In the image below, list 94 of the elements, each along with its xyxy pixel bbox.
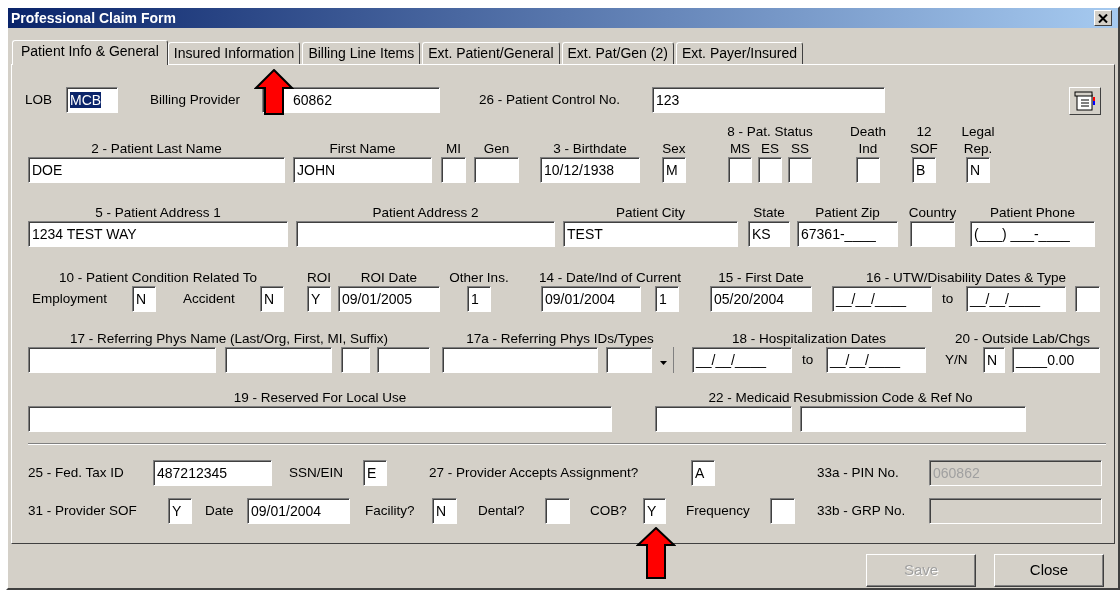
input-field[interactable]: ____0.00: [1012, 347, 1100, 373]
field-label: 20 - Outside Lab/Chgs: [954, 330, 1091, 347]
field-label: Patient City: [616, 204, 685, 221]
input-field[interactable]: __/__/____: [692, 347, 792, 373]
input-field[interactable]: 67361-____: [797, 221, 898, 247]
input-field[interactable]: 123: [652, 87, 885, 113]
field-label: ROI Date: [360, 269, 418, 286]
field-label: 12 SOF: [909, 123, 939, 157]
field-label: to: [942, 290, 955, 308]
input-field[interactable]: 09/01/2005: [338, 286, 440, 312]
input-field[interactable]: 09/01/2004: [247, 498, 350, 524]
field-label: Facility?: [365, 501, 416, 520]
field-label: Date: [205, 501, 235, 520]
field-label: ES: [761, 140, 779, 157]
field-label: Y/N: [945, 351, 969, 369]
field-label: 26 - Patient Control No.: [479, 90, 622, 109]
field-label: Patient Zip: [815, 204, 880, 221]
field-label: Death Ind: [849, 123, 887, 157]
input-field[interactable]: TEST: [563, 221, 738, 247]
input-field[interactable]: 09/01/2004: [541, 286, 641, 312]
field-label: MS: [729, 140, 751, 157]
input-field[interactable]: E: [363, 460, 387, 486]
field-label: LOB: [25, 90, 53, 109]
input-field[interactable]: 05/20/2004: [710, 286, 812, 312]
tab[interactable]: Billing Line Items: [302, 42, 421, 64]
field-label: Billing Provider: [150, 90, 242, 109]
input-field[interactable]: MCB: [66, 87, 118, 113]
input-field[interactable]: DOE: [28, 157, 285, 183]
input-field[interactable]: Y: [643, 498, 666, 524]
field-label: Patient Address 2: [372, 204, 479, 221]
field-label: 19 - Reserved For Local Use: [233, 389, 407, 406]
input-field[interactable]: JOHN: [293, 157, 432, 183]
input-field[interactable]: Y: [168, 498, 192, 524]
input-field[interactable]: N: [983, 347, 1005, 373]
input-field[interactable]: KS: [748, 221, 790, 247]
input-field[interactable]: N: [132, 286, 156, 312]
tab[interactable]: Insured Information: [167, 42, 301, 64]
input-field[interactable]: 487212345: [153, 460, 272, 486]
field-label: Sex: [662, 140, 686, 157]
field-label: 14 - Date/Ind of Current: [539, 269, 681, 286]
field-label: 17 - Referring Phys Name (Last/Org, First, MI, Suffix): [70, 330, 388, 347]
field-label: 31 - Provider SOF: [28, 501, 138, 520]
input-field[interactable]: 1: [467, 286, 491, 312]
input-field[interactable]: __/__/____: [966, 286, 1066, 312]
field-label: COB?: [590, 501, 628, 520]
tab[interactable]: Ext. Payer/Insured: [675, 42, 804, 64]
field-label: Frequency: [686, 501, 751, 520]
field-label: 18 - Hospitalization Dates: [732, 330, 886, 347]
field-label: SSN/EIN: [289, 463, 344, 482]
field-label: 8 - Pat. Status: [727, 123, 813, 140]
field-label: Gen: [483, 140, 510, 157]
input-field[interactable]: N: [260, 286, 284, 312]
input-field[interactable]: A: [691, 460, 715, 486]
field-label: 33a - PIN No.: [817, 463, 900, 482]
field-label: 5 - Patient Address 1: [95, 204, 221, 221]
field-label: Legal Rep.: [960, 123, 996, 157]
field-label: MI: [446, 140, 461, 157]
field-label: 33b - GRP No.: [817, 501, 907, 520]
field-label: 16 - UTW/Disability Dates & Type: [865, 269, 1067, 286]
field-label: 10 - Patient Condition Related To: [59, 269, 257, 286]
field-label: State: [753, 204, 785, 221]
dialog-button[interactable]: Close: [994, 554, 1104, 587]
field-label: 15 - First Date: [718, 269, 804, 286]
input-field[interactable]: Y: [307, 286, 331, 312]
input-field[interactable]: M: [662, 157, 686, 183]
input-field[interactable]: 1234 TEST WAY: [28, 221, 288, 247]
field-label: to: [802, 351, 815, 369]
input-field[interactable]: 10/12/1938: [540, 157, 640, 183]
input-field[interactable]: (___) ___-____: [970, 221, 1095, 247]
input-field[interactable]: __/__/____: [832, 286, 932, 312]
field-label: 3 - Birthdate: [553, 140, 627, 157]
input-field[interactable]: B: [912, 157, 936, 183]
field-label: Other Ins.: [449, 269, 509, 286]
field-label: Dental?: [478, 501, 526, 520]
input-field[interactable]: N: [966, 157, 990, 183]
field-label: 22 - Medicaid Resubmission Code & Ref No: [708, 389, 973, 406]
field-label: First Name: [329, 140, 396, 157]
input-field[interactable]: __/__/____: [826, 347, 926, 373]
field-label: Accident: [183, 290, 236, 308]
field-label: Country: [908, 204, 957, 221]
field-label: 25 - Fed. Tax ID: [28, 463, 125, 482]
tab[interactable]: Patient Info & General: [12, 40, 168, 65]
tab[interactable]: Ext. Patient/General: [422, 42, 560, 64]
field-label: Patient Phone: [990, 204, 1075, 221]
tab[interactable]: Ext. Pat/Gen (2): [561, 42, 674, 64]
field-label: 17a - Referring Phys IDs/Types: [466, 330, 654, 347]
input-field[interactable]: 1: [655, 286, 679, 312]
field-label: ROI: [307, 269, 331, 286]
field-label: Employment: [32, 290, 109, 308]
field-label: SS: [791, 140, 809, 157]
field-label: 27 - Provider Accepts Assignment?: [429, 463, 640, 482]
field-label: 2 - Patient Last Name: [91, 140, 222, 157]
input-field[interactable]: N: [432, 498, 457, 524]
window-title: Professional Claim Form: [11, 8, 176, 28]
